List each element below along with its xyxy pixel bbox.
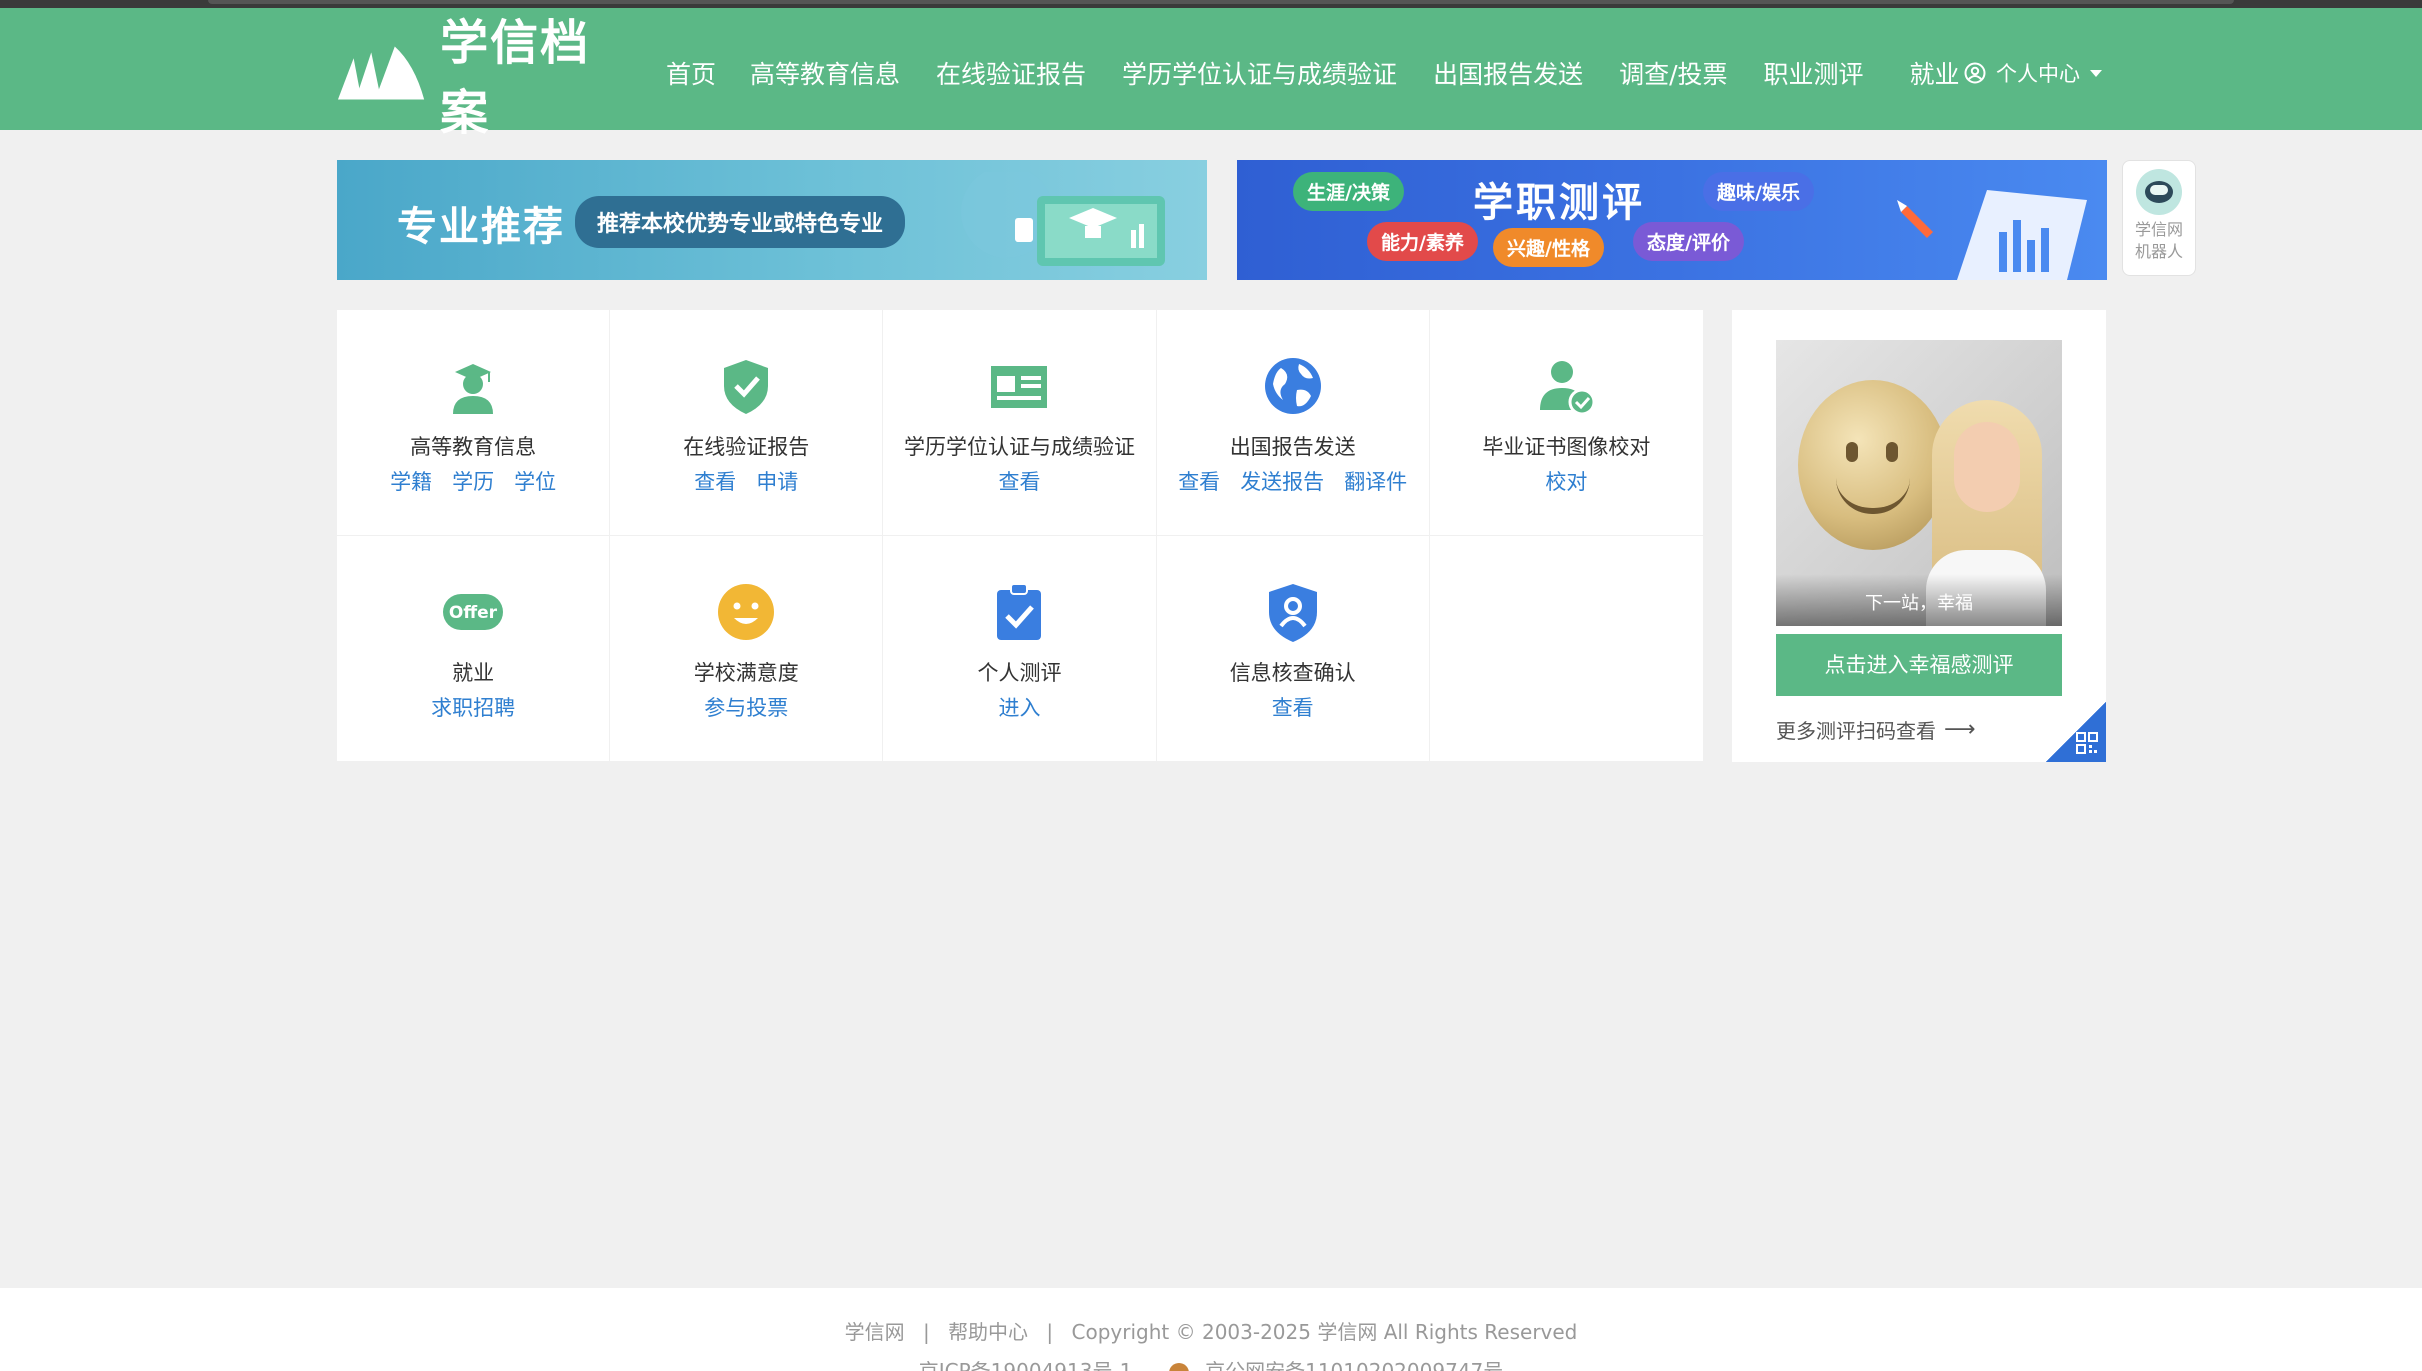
- service-title: 个人测评: [977, 661, 1062, 685]
- link-student-status[interactable]: 学籍: [390, 470, 432, 494]
- monitor-graduation-icon: [961, 172, 1165, 266]
- nav-online-report[interactable]: 在线验证报告: [936, 55, 1086, 91]
- id-card-icon[interactable]: [987, 354, 1051, 418]
- service-title: 高等教育信息: [410, 435, 537, 459]
- footer-separator: |: [1046, 1320, 1054, 1344]
- banner-career-assessment[interactable]: 生涯/决策 能力/素养 兴趣/性格 态度/评价 趣味/娱乐 学职测评: [1237, 160, 2107, 280]
- link-view[interactable]: 查看: [1178, 470, 1220, 494]
- robot-avatar-icon: [2136, 169, 2182, 215]
- service-online-report: 在线验证报告 查看 申请: [610, 310, 884, 536]
- nav-survey-vote[interactable]: 调查/投票: [1619, 55, 1727, 91]
- service-school-satisfaction: 学校满意度 参与投票: [610, 536, 884, 762]
- link-vote[interactable]: 参与投票: [704, 696, 788, 720]
- offer-icon[interactable]: Offer: [441, 580, 505, 644]
- nav-overseas-report[interactable]: 出国报告发送: [1433, 55, 1583, 91]
- service-title: 毕业证书图像校对: [1482, 435, 1651, 459]
- happiness-promo: 下一站，幸福 点击进入幸福感测评 更多测评扫码查看 ⟶: [1732, 310, 2106, 762]
- main-nav: 首页 高等教育信息 在线验证报告 学历学位认证与成绩验证 出国报告发送 调查/投…: [666, 48, 1960, 98]
- promo-photo[interactable]: 下一站，幸福: [1776, 340, 2062, 626]
- clipboard-check-icon[interactable]: [987, 580, 1051, 644]
- footer-link-xuexin[interactable]: 学信网: [845, 1320, 905, 1344]
- link-proofread[interactable]: 校对: [1545, 470, 1587, 494]
- chevron-down-icon: [2090, 69, 2102, 77]
- robot-label-2: 机器人: [2134, 242, 2183, 261]
- logo-sail-icon: [337, 46, 425, 100]
- service-degree-certification: 学历学位认证与成绩验证 查看: [883, 310, 1157, 536]
- link-apply[interactable]: 申请: [756, 470, 798, 494]
- link-view[interactable]: 查看: [998, 470, 1040, 494]
- banner-left-title: 专业推荐: [397, 204, 565, 250]
- footer-icp[interactable]: 京ICP备19004913号-1: [919, 1359, 1133, 1371]
- smile-icon[interactable]: [714, 580, 778, 644]
- browser-top-strip: [0, 0, 2422, 8]
- banner-right-title: 学职测评: [1473, 180, 1645, 226]
- robot-label-1: 学信网: [2134, 220, 2183, 239]
- service-title: 就业: [452, 661, 495, 685]
- link-enter[interactable]: 进入: [998, 696, 1040, 720]
- service-personal-assessment: 个人测评 进入: [883, 536, 1157, 762]
- nav-home[interactable]: 首页: [666, 55, 716, 91]
- nav-employment[interactable]: 就业: [1910, 55, 1960, 91]
- site-footer: 学信网 | 帮助中心 | Copyright © 2003-2025 学信网 A…: [0, 1288, 2422, 1371]
- svg-text:Offer: Offer: [449, 603, 498, 623]
- tag-ability: 能力/素养: [1367, 222, 1478, 261]
- service-grid: 高等教育信息 学籍 学历 学位 在线验证报告 查看 申请 学历学位认证与成绩验证 查看…: [337, 310, 1703, 762]
- user-center-label: 个人中心: [1996, 62, 2080, 86]
- service-employment: Offer 就业 求职招聘: [337, 536, 611, 762]
- site-logo[interactable]: 学信档案: [336, 15, 636, 141]
- happiness-test-button[interactable]: 点击进入幸福感测评: [1776, 634, 2062, 696]
- empty-cell: [1429, 536, 1703, 762]
- shield-user-icon[interactable]: [1261, 580, 1325, 644]
- user-circle-icon: [1964, 62, 1986, 84]
- site-header: 学信档案 首页 高等教育信息 在线验证报告 学历学位认证与成绩验证 出国报告发送…: [0, 8, 2422, 141]
- user-check-icon[interactable]: [1534, 354, 1598, 418]
- link-send-report[interactable]: 发送报告: [1240, 470, 1324, 494]
- shield-check-icon[interactable]: [714, 354, 778, 418]
- logo-text: 学信档案: [440, 15, 591, 141]
- service-title: 在线验证报告: [683, 435, 810, 459]
- graduate-icon[interactable]: [441, 354, 505, 418]
- tag-fun: 趣味/娱乐: [1703, 172, 1814, 211]
- qr-code-button[interactable]: [2046, 702, 2106, 762]
- link-degree[interactable]: 学位: [514, 470, 556, 494]
- service-title: 学校满意度: [693, 661, 799, 685]
- tag-interest: 兴趣/性格: [1493, 228, 1604, 267]
- qr-code-icon: [2076, 732, 2098, 754]
- nav-career-test[interactable]: 职业测评: [1764, 55, 1864, 91]
- link-job-search[interactable]: 求职招聘: [431, 696, 515, 720]
- more-tests-label: 更多测评扫码查看: [1776, 719, 1936, 743]
- service-title: 信息核查确认: [1229, 661, 1356, 685]
- link-view[interactable]: 查看: [1272, 696, 1314, 720]
- tag-career-decision: 生涯/决策: [1293, 172, 1404, 211]
- nav-higher-education[interactable]: 高等教育信息: [750, 55, 900, 91]
- arrow-right-icon: ⟶: [1944, 717, 1976, 742]
- service-certificate-proofread: 毕业证书图像校对 校对: [1429, 310, 1703, 536]
- footer-police-record[interactable]: 京公网安备11010202009747号: [1205, 1359, 1503, 1371]
- link-view[interactable]: 查看: [694, 470, 736, 494]
- footer-separator: |: [922, 1320, 930, 1344]
- banner-major-recommend[interactable]: 专业推荐 推荐本校优势专业或特色专业: [337, 160, 1207, 280]
- link-education[interactable]: 学历: [452, 470, 494, 494]
- robot-assistant[interactable]: 学信网 机器人: [2122, 160, 2196, 276]
- link-translation[interactable]: 翻译件: [1344, 470, 1407, 494]
- banner-left-subtitle: 推荐本校优势专业或特色专业: [575, 196, 906, 248]
- service-title: 学历学位认证与成绩验证: [903, 435, 1135, 459]
- tag-attitude: 态度/评价: [1633, 222, 1744, 261]
- police-badge-icon: [1168, 1362, 1189, 1371]
- service-title: 出国报告发送: [1229, 435, 1356, 459]
- report-chart-icon: [1897, 190, 2087, 280]
- footer-link-help[interactable]: 帮助中心: [948, 1320, 1028, 1344]
- footer-copyright: Copyright © 2003-2025 学信网 All Rights Res…: [1071, 1320, 1578, 1344]
- globe-icon[interactable]: [1261, 354, 1325, 418]
- promo-caption: 下一站，幸福: [1776, 574, 2062, 626]
- more-tests-link[interactable]: 更多测评扫码查看 ⟶: [1776, 715, 1976, 744]
- user-center-menu[interactable]: 个人中心: [1964, 58, 2102, 88]
- service-higher-education: 高等教育信息 学籍 学历 学位: [337, 310, 611, 536]
- service-overseas-report: 出国报告发送 查看 发送报告 翻译件: [1156, 310, 1430, 536]
- service-info-verification: 信息核查确认 查看: [1156, 536, 1430, 762]
- nav-degree-certification[interactable]: 学历学位认证与成绩验证: [1122, 55, 1397, 91]
